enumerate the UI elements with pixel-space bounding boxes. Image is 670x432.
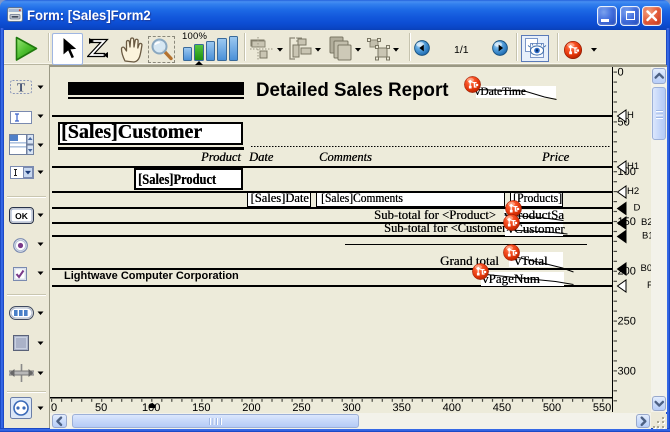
svg-text:550: 550 xyxy=(592,402,610,414)
svg-text:T: T xyxy=(17,81,26,95)
svg-text:0: 0 xyxy=(50,402,56,414)
svg-text:300: 300 xyxy=(342,402,360,414)
svg-text:50: 50 xyxy=(94,402,106,414)
svg-text:250: 250 xyxy=(292,402,310,414)
svg-text:H2: H2 xyxy=(627,186,639,197)
svg-text:0: 0 xyxy=(617,67,623,79)
svg-text:500: 500 xyxy=(542,402,560,414)
svg-text:OK: OK xyxy=(15,211,29,221)
svg-text:200: 200 xyxy=(242,402,260,414)
svg-text:450: 450 xyxy=(492,402,510,414)
svg-text:250: 250 xyxy=(617,315,635,327)
svg-text:H: H xyxy=(627,110,634,121)
svg-text:H1: H1 xyxy=(627,161,639,172)
svg-text:150: 150 xyxy=(192,402,210,414)
svg-text:300: 300 xyxy=(617,365,635,377)
svg-text:400: 400 xyxy=(442,402,460,414)
svg-text:350: 350 xyxy=(392,402,410,414)
svg-text:D: D xyxy=(633,202,640,213)
